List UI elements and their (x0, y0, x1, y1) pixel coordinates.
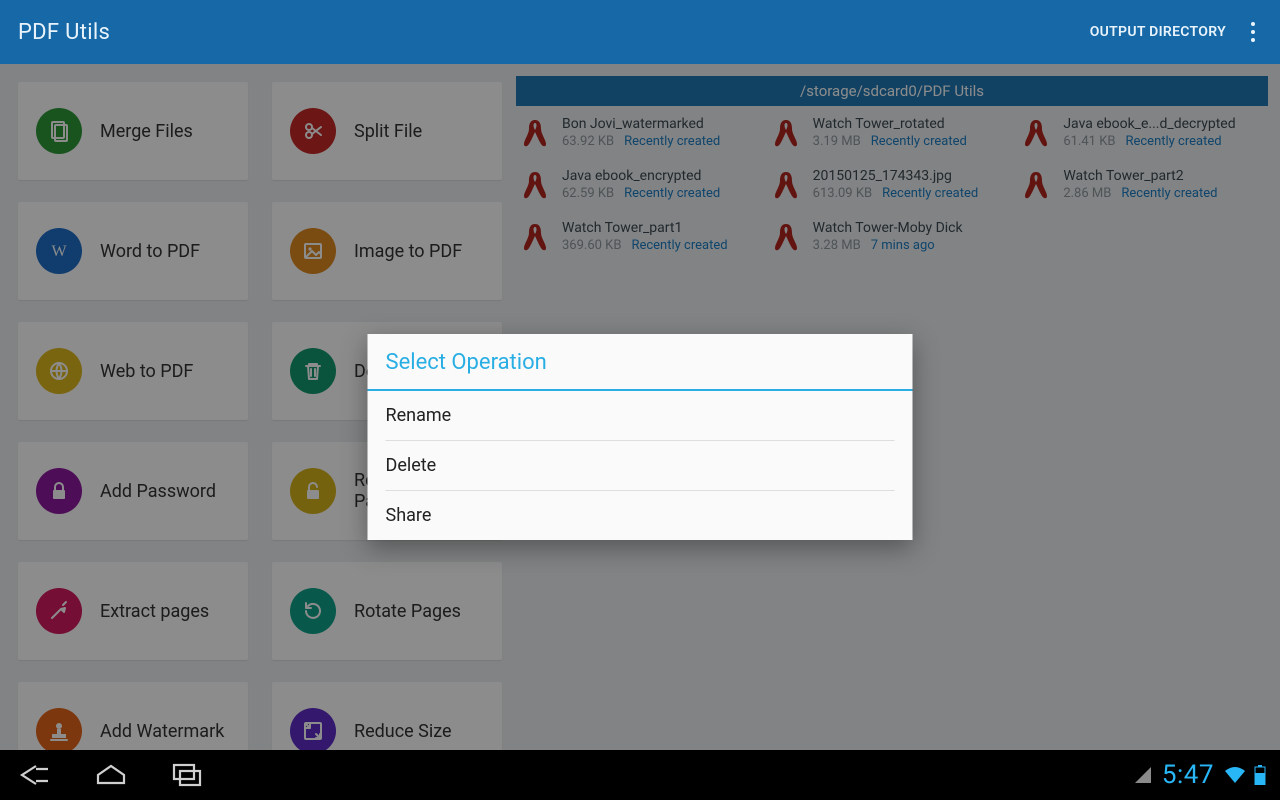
dialog-item-rename[interactable]: Rename (368, 391, 913, 440)
select-operation-dialog: Select Operation Rename Delete Share (368, 334, 913, 540)
clock: 5:47 (1162, 760, 1214, 790)
home-icon[interactable] (94, 763, 128, 787)
overflow-menu-icon[interactable] (1244, 18, 1262, 46)
dialog-item-share[interactable]: Share (368, 491, 913, 540)
action-bar: PDF Utils OUTPUT DIRECTORY (0, 0, 1280, 64)
recents-icon[interactable] (170, 763, 204, 787)
output-directory-button[interactable]: OUTPUT DIRECTORY (1090, 24, 1226, 40)
wifi-icon (1224, 766, 1246, 784)
app-title: PDF Utils (18, 20, 110, 45)
signal-icon (1134, 766, 1152, 784)
dialog-title: Select Operation (368, 334, 913, 389)
system-navbar: 5:47 (0, 750, 1280, 800)
battery-icon (1254, 765, 1266, 785)
back-icon[interactable] (14, 763, 52, 787)
dialog-item-delete[interactable]: Delete (368, 441, 913, 490)
